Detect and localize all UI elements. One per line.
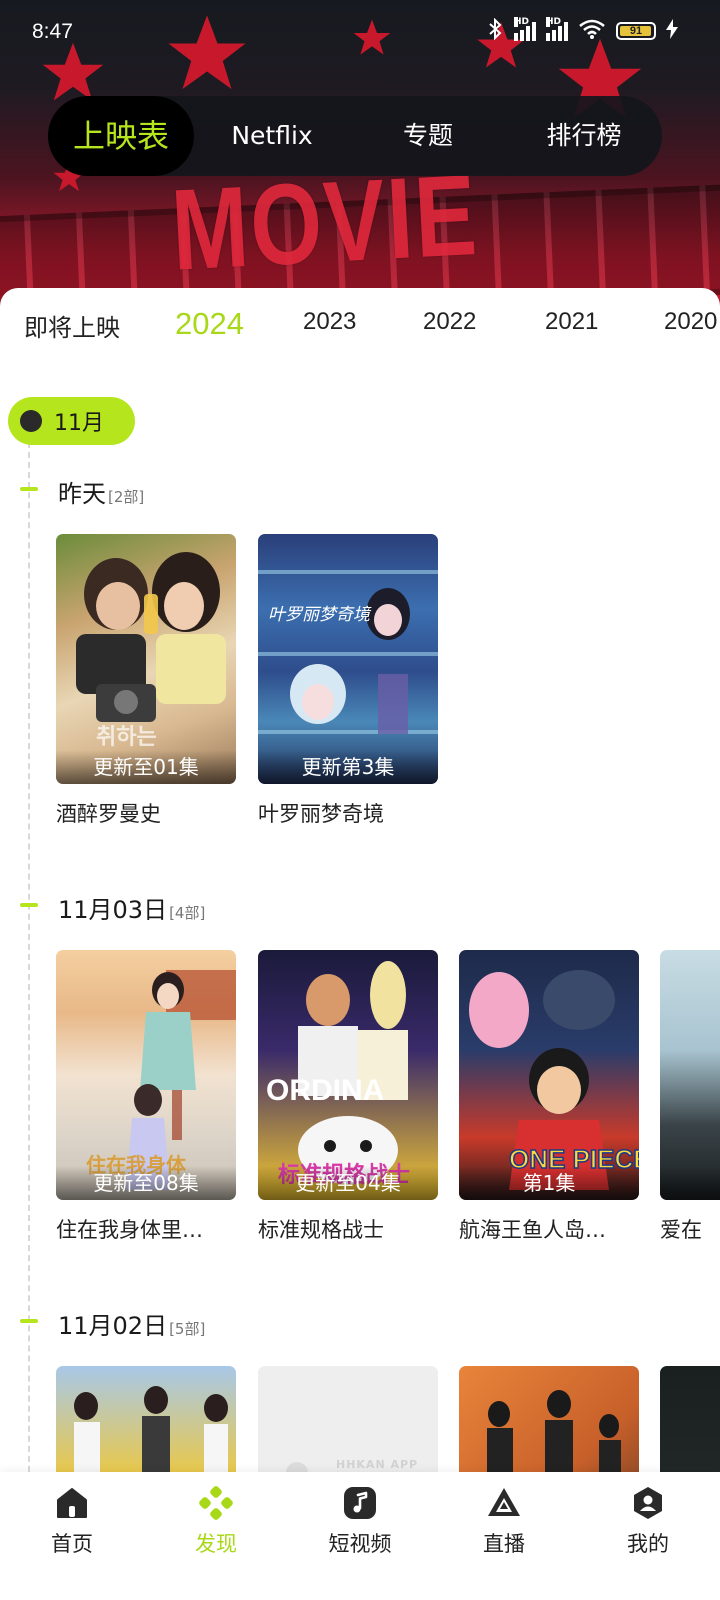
episode-badge: 更新至08集 (56, 1166, 236, 1200)
group-date: 11月02日 (58, 1312, 168, 1340)
nav-label: 首页 (51, 1532, 93, 1556)
episode-badge: 更 (660, 1166, 720, 1200)
home-icon (55, 1486, 89, 1520)
music-note-icon (343, 1486, 377, 1520)
year-tab-2022[interactable]: 2022 (423, 308, 476, 336)
status-bar: 8:47 HD HD 91 (0, 0, 720, 64)
poster-card[interactable]: ONE PIECE 第1集 航海王鱼人岛… (459, 950, 639, 1244)
poster-card[interactable]: 취하는 更新至01集 酒醉罗曼史 (56, 534, 236, 828)
year-tab-2023[interactable]: 2023 (303, 308, 356, 336)
episode-badge: 更新第3集 (258, 750, 438, 784)
poster-card[interactable]: ORDINA 标准规格战士 更新至04集 标准规格战士 (258, 950, 438, 1244)
group-date: 昨天 (58, 480, 106, 508)
tab-schedule[interactable]: 上映表 (48, 96, 194, 176)
poster-title[interactable]: 航海王鱼人岛… (459, 1214, 639, 1244)
poster-image[interactable]: 취하는 更新至01集 (56, 534, 236, 784)
poster-card[interactable] (660, 1366, 720, 1472)
timeline-tick (20, 903, 38, 907)
timeline-tick (20, 1319, 38, 1323)
live-icon (487, 1486, 521, 1520)
poster-placeholder[interactable]: HHKAN APP (258, 1366, 438, 1472)
poster-card[interactable]: 住在我身体 更新至08集 住在我身体里… (56, 950, 236, 1244)
poster-row: 住在我身体 更新至08集 住在我身体里… ORDINA 标准规格战士 更新至04… (56, 950, 720, 1270)
svg-text:ORDINA: ORDINA (266, 1074, 384, 1107)
top-tab-bar: 上映表 Netflix 专题 排行榜 (48, 96, 662, 176)
poster-title[interactable]: 叶罗丽梦奇境 (258, 798, 438, 828)
profile-icon (631, 1486, 665, 1520)
status-time: 8:47 (32, 20, 73, 43)
nav-label: 发现 (195, 1532, 237, 1556)
poster-image[interactable] (660, 1366, 720, 1472)
episode-badge: 更新至04集 (258, 1166, 438, 1200)
episode-badge: 更新至01集 (56, 750, 236, 784)
tab-rankings[interactable]: 排行榜 (506, 96, 662, 176)
poster-image[interactable] (459, 1366, 639, 1472)
nav-label: 直播 (483, 1532, 525, 1556)
header-banner: MOVIE TIME 8:47 HD HD (0, 0, 720, 320)
poster-image[interactable]: 叶罗丽梦奇境 更新第3集 (258, 534, 438, 784)
timeline-line (28, 442, 30, 1492)
group-count: [2部] (108, 488, 145, 506)
poster-card[interactable] (56, 1366, 236, 1472)
poster-image[interactable]: 住在我身体 更新至08集 (56, 950, 236, 1200)
poster-image[interactable] (56, 1366, 236, 1472)
episode-badge: 第1集 (459, 1166, 639, 1200)
poster-title[interactable]: 住在我身体里… (56, 1214, 236, 1244)
nav-live[interactable]: 直播 (432, 1472, 576, 1600)
placeholder-logo: HHKAN APP (336, 1458, 419, 1471)
nav-discover[interactable]: 发现 (144, 1472, 288, 1600)
poster-card[interactable]: HHKAN APP (258, 1366, 438, 1472)
year-tab-upcoming[interactable]: 即将上映 (24, 308, 120, 343)
group-date: 11月03日 (58, 896, 168, 924)
tab-netflix[interactable]: Netflix (194, 96, 350, 176)
month-pill: 11月 (8, 397, 135, 445)
battery-icon: 91 (616, 22, 656, 40)
svg-text:취하는: 취하는 (96, 724, 157, 749)
poster-row: 취하는 更新至01集 酒醉罗曼史 叶罗丽梦奇境 更新第3集 叶罗丽梦奇境 (56, 534, 720, 854)
bottom-nav-bar: 首页 发现 短视频 直播 我的 (0, 1472, 720, 1600)
nav-short-video[interactable]: 短视频 (288, 1472, 432, 1600)
group-count: [5部] (169, 1320, 206, 1338)
bluetooth-icon (486, 17, 504, 44)
poster-title[interactable]: 标准规格战士 (258, 1214, 438, 1244)
tab-topics[interactable]: 专题 (350, 96, 506, 176)
group-date-heading: 11月02日 [5部] (58, 1306, 205, 1341)
month-label: 11月 (54, 411, 104, 436)
poster-image[interactable]: ORDINA 标准规格战士 更新至04集 (258, 950, 438, 1200)
svg-text:叶罗丽梦奇境: 叶罗丽梦奇境 (268, 605, 372, 625)
poster-card[interactable] (459, 1366, 639, 1472)
nav-label: 我的 (627, 1532, 669, 1556)
timeline-tick (20, 487, 38, 491)
status-icons: HD HD 91 (486, 17, 678, 44)
wifi-icon (578, 18, 606, 44)
placeholder-icon (286, 1462, 308, 1472)
poster-card[interactable]: 更 爱在 (660, 950, 720, 1244)
poster-title[interactable]: 酒醉罗曼史 (56, 798, 236, 828)
poster-image[interactable]: 更 (660, 950, 720, 1200)
nav-profile[interactable]: 我的 (576, 1472, 720, 1600)
year-tab-2024[interactable]: 2024 (175, 306, 244, 342)
poster-row: HHKAN APP (56, 1366, 720, 1472)
month-dot (20, 410, 42, 432)
year-tab-2021[interactable]: 2021 (545, 308, 598, 336)
group-date-heading: 11月03日 [4部] (58, 890, 205, 925)
poster-card[interactable]: 叶罗丽梦奇境 更新第3集 叶罗丽梦奇境 (258, 534, 438, 828)
nav-home[interactable]: 首页 (0, 1472, 144, 1600)
nav-label: 短视频 (328, 1532, 392, 1556)
group-count: [4部] (169, 904, 206, 922)
year-tab-bar: 即将上映 2024 2023 2022 2021 2020 (24, 288, 720, 366)
signal-icon: HD (514, 17, 536, 41)
poster-image[interactable]: ONE PIECE 第1集 (459, 950, 639, 1200)
year-tab-2020[interactable]: 2020 (664, 308, 717, 336)
signal-icon: HD (546, 17, 568, 41)
discover-icon (199, 1486, 233, 1520)
group-date-heading: 昨天 [2部] (58, 474, 144, 509)
charging-icon (666, 19, 678, 43)
poster-title[interactable]: 爱在 (660, 1214, 720, 1244)
